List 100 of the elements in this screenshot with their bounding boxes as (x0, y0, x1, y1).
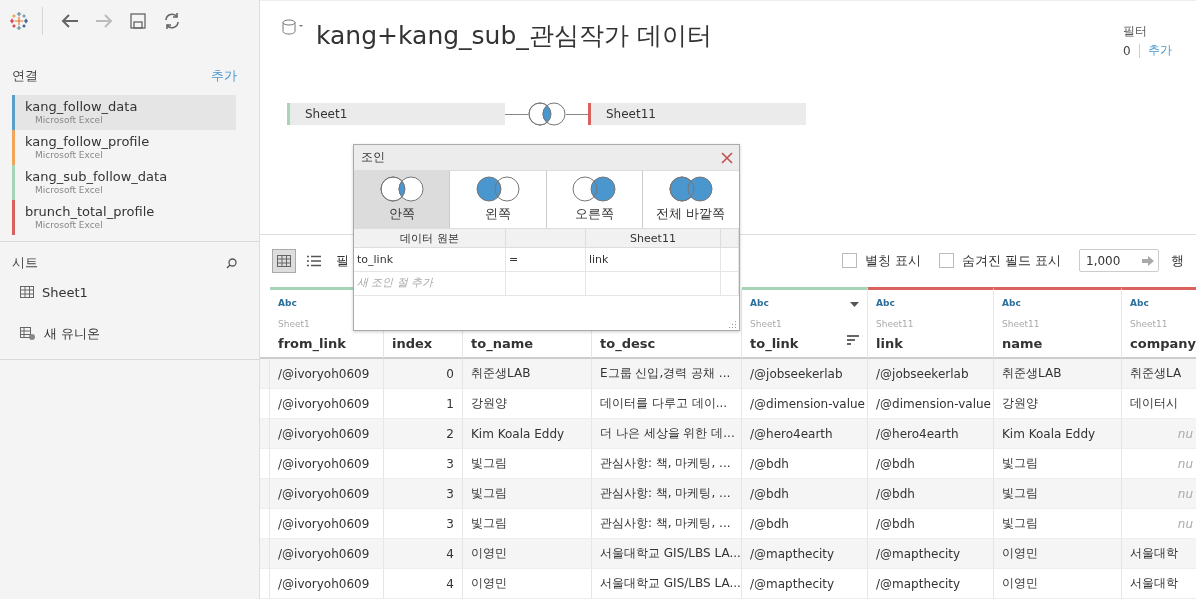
forward-arrow-icon (95, 13, 113, 29)
table-cell: 0 (384, 359, 463, 389)
column-name: from_link (278, 336, 346, 351)
connection-item[interactable]: brunch_total_profile Microsoft Excel (12, 200, 236, 235)
close-button[interactable] (719, 149, 735, 166)
connection-item[interactable]: kang_sub_follow_data Microsoft Excel (12, 165, 236, 200)
type-label: Abc (750, 298, 769, 310)
table-cell: 더 나은 세상을 위한 데... (592, 419, 742, 449)
table-cell: /@ivoryoh0609 (270, 569, 384, 599)
table-cell: 빛그림 (463, 509, 592, 539)
table-cell: 빛그림 (994, 509, 1122, 539)
table-cell: /@ivoryoh0609 (270, 509, 384, 539)
table-cell: /@mapthecity (742, 539, 868, 569)
column-header[interactable]: Abc Sheet11 link (868, 287, 994, 359)
venn-icon (668, 176, 713, 202)
table-cell: /@bdh (742, 509, 868, 539)
table-cell: 3 (384, 509, 463, 539)
column-header[interactable]: Abc Sheet1 to_link (742, 287, 868, 359)
type-label: Abc (1002, 298, 1021, 310)
search-icon[interactable] (226, 257, 237, 269)
table-cell: 관심사항: 책, 마케팅, ... (592, 509, 742, 539)
row-count-field[interactable]: 1,000 (1079, 249, 1159, 273)
table-cell: 이영민 (463, 569, 592, 599)
table-cell (721, 248, 739, 272)
union-icon (20, 327, 36, 341)
column-name: to_link (750, 336, 799, 351)
table-cell: 서울대학교 GIS/LBS LA... (592, 539, 742, 569)
table-cell: /@bdh (868, 479, 994, 509)
table-cell: 관심사항: 책, 마케팅, ... (592, 449, 742, 479)
database-icon[interactable] (282, 19, 304, 35)
venn-icon (572, 176, 617, 202)
table-cell: Kim Koala Eddy (994, 419, 1122, 449)
table-cell: /@dimension-value (742, 389, 868, 419)
join-field[interactable]: to_link (354, 248, 506, 272)
column-name: name (1002, 336, 1043, 351)
type-label: Abc (278, 298, 297, 310)
checkbox-label: 별칭 표시 (864, 251, 921, 270)
checkbox[interactable] (841, 253, 857, 269)
section-title: 연결 (12, 67, 38, 85)
table-cell: /@jobseekerlab (742, 359, 868, 389)
table-cell: 서울대학 (1122, 539, 1196, 569)
table-cell: 2 (384, 419, 463, 449)
logo-icon[interactable] (10, 12, 28, 30)
table-cell: Kim Koala Eddy (463, 419, 592, 449)
connection-item[interactable]: kang_follow_data Microsoft Excel (12, 95, 236, 130)
type-label: Abc (876, 298, 895, 310)
table-cell: 취준생LAB (463, 359, 592, 389)
table-cell: E그룹 신입,경력 공채 ... (592, 359, 742, 389)
table-cell: /@bdh (742, 449, 868, 479)
resize-grip-icon[interactable] (729, 320, 737, 328)
connection-item[interactable]: kang_follow_profile Microsoft Excel (12, 130, 236, 165)
table-cell: /@bdh (868, 449, 994, 479)
table-node[interactable]: Sheet1 (287, 103, 505, 125)
source-label: Sheet1 (278, 319, 310, 331)
sheet-item[interactable]: 새 유니온 (44, 325, 101, 343)
data-source-title[interactable]: kang+kang_sub_관심작가 데이터 (316, 19, 712, 52)
table-cell: 데이터를 다루고 데이... (592, 389, 742, 419)
table-cell: 서울대학교 GIS/LBS LA... (592, 569, 742, 599)
table-node[interactable]: Sheet11 (588, 103, 806, 125)
save-button[interactable] (127, 10, 149, 32)
table-cell: 취준생LA (1122, 359, 1196, 389)
table-cell: /@ivoryoh0609 (270, 479, 384, 509)
column-header[interactable]: Abc Sheet11 company (1122, 287, 1196, 359)
back-arrow-icon (61, 13, 79, 29)
dialog-title: 조인 (361, 149, 385, 166)
view-toggle[interactable] (272, 248, 296, 273)
join-type-button[interactable]: 안쪽 (354, 171, 451, 228)
source-label: Sheet11 (1130, 319, 1168, 331)
table-cell: 3 (384, 449, 463, 479)
source-label: Sheet11 (876, 319, 914, 331)
table-cell: /@mapthecity (742, 569, 868, 599)
column-name: company (1130, 336, 1196, 351)
column-name: to_desc (600, 336, 656, 351)
venn-icon (379, 176, 424, 202)
table-cell: /@ivoryoh0609 (270, 449, 384, 479)
table-cell: /@bdh (868, 509, 994, 539)
table-cell: 빛그림 (463, 449, 592, 479)
table-cell: /@hero4earth (742, 419, 868, 449)
venn-icon (527, 102, 566, 126)
venn-icon (475, 176, 520, 202)
table-cell: 3 (384, 479, 463, 509)
table-cell: /@mapthecity (868, 539, 994, 569)
table-cell: 취준생LAB (994, 359, 1122, 389)
list-view-icon (307, 254, 321, 267)
type-label: Abc (1130, 298, 1149, 310)
grid-view-icon (277, 254, 291, 267)
table-cell: /@ivoryoh0609 (270, 539, 384, 569)
sort-icon[interactable] (847, 335, 859, 345)
join-operator[interactable]: = (506, 248, 586, 272)
column-header[interactable]: Abc Sheet11 name (994, 287, 1122, 359)
caret-icon[interactable] (850, 302, 859, 307)
table-cell: 이영민 (994, 569, 1122, 599)
table-cell: /@mapthecity (868, 569, 994, 599)
table-cell: /@ivoryoh0609 (270, 419, 384, 449)
join-field[interactable]: link (586, 248, 721, 272)
section-title: 시트 (12, 254, 38, 272)
table-cell: 4 (384, 539, 463, 569)
table-cell: 이영민 (463, 539, 592, 569)
sheet-item[interactable]: Sheet1 (42, 284, 88, 300)
checkbox[interactable] (938, 253, 954, 269)
